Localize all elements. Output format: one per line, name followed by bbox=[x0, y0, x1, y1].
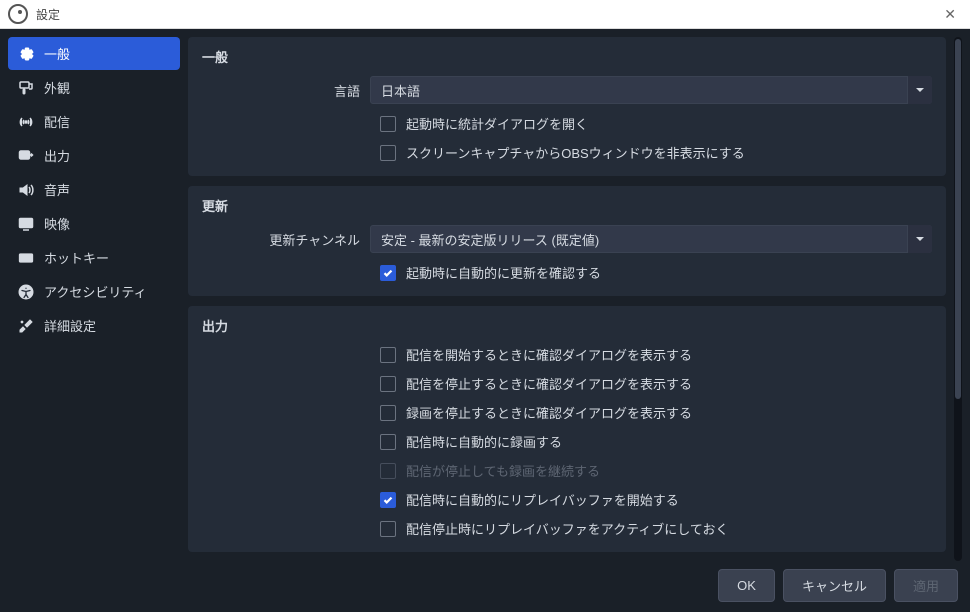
checkbox-checked-icon bbox=[380, 265, 396, 281]
tools-icon bbox=[18, 318, 34, 334]
option-keep-recording-after-stream-stop: 配信が停止しても録画を継続する bbox=[380, 461, 932, 480]
checkbox-icon bbox=[380, 347, 396, 363]
sidebar-item-audio[interactable]: 音声 bbox=[8, 173, 180, 206]
option-label: スクリーンキャプチャからOBSウィンドウを非表示にする bbox=[406, 143, 745, 162]
checkbox-icon bbox=[380, 521, 396, 537]
titlebar: 設定 ✕ bbox=[0, 0, 970, 29]
option-label: 配信時に自動的にリプレイバッファを開始する bbox=[406, 490, 679, 509]
option-confirm-stream-start[interactable]: 配信を開始するときに確認ダイアログを表示する bbox=[380, 345, 932, 364]
section-general: 一般 言語 日本語 起動時に統計ダイアログを開く bbox=[188, 37, 946, 176]
close-icon[interactable]: ✕ bbox=[938, 4, 962, 25]
sidebar-item-label: 映像 bbox=[44, 214, 70, 233]
update-options: 起動時に自動的に更新を確認する bbox=[202, 263, 932, 282]
apply-button[interactable]: 適用 bbox=[894, 569, 958, 602]
sidebar-item-general[interactable]: 一般 bbox=[8, 37, 180, 70]
sidebar-item-video[interactable]: 映像 bbox=[8, 207, 180, 240]
sidebar-item-label: 詳細設定 bbox=[44, 316, 96, 335]
update-channel-value: 安定 - 最新の安定版リリース (既定値) bbox=[381, 230, 599, 249]
sidebar-item-output[interactable]: 出力 bbox=[8, 139, 180, 172]
sidebar-item-label: 出力 bbox=[44, 146, 70, 165]
option-label: 配信時に自動的に録画する bbox=[406, 432, 562, 451]
sidebar-item-advanced[interactable]: 詳細設定 bbox=[8, 309, 180, 342]
section-header-general: 一般 bbox=[202, 47, 932, 66]
chevron-down-icon bbox=[907, 225, 932, 253]
option-check-updates-on-start[interactable]: 起動時に自動的に更新を確認する bbox=[380, 263, 932, 282]
option-auto-record-when-stream[interactable]: 配信時に自動的に録画する bbox=[380, 432, 932, 451]
language-value: 日本語 bbox=[381, 81, 420, 100]
sidebar-item-stream[interactable]: 配信 bbox=[8, 105, 180, 138]
cancel-button[interactable]: キャンセル bbox=[783, 569, 886, 602]
sidebar-item-label: アクセシビリティ bbox=[44, 282, 147, 301]
option-label: 配信停止時にリプレイバッファをアクティブにしておく bbox=[406, 519, 729, 538]
sidebar-item-label: ホットキー bbox=[44, 248, 109, 267]
sidebar-item-label: 一般 bbox=[44, 44, 70, 63]
output-icon bbox=[18, 148, 34, 164]
option-label: 起動時に自動的に更新を確認する bbox=[406, 263, 601, 282]
option-label: 録画を停止するときに確認ダイアログを表示する bbox=[406, 403, 692, 422]
checkbox-icon bbox=[380, 145, 396, 161]
settings-window: 設定 ✕ 一般 外観 bbox=[0, 0, 970, 612]
paint-icon bbox=[18, 80, 34, 96]
language-label: 言語 bbox=[202, 81, 360, 100]
antenna-icon bbox=[18, 114, 34, 130]
section-header-update: 更新 bbox=[202, 196, 932, 215]
monitor-icon bbox=[18, 216, 34, 232]
checkbox-checked-icon bbox=[380, 492, 396, 508]
option-confirm-stream-stop[interactable]: 配信を停止するときに確認ダイアログを表示する bbox=[380, 374, 932, 393]
sidebar-item-label: 音声 bbox=[44, 180, 70, 199]
checkbox-disabled-icon bbox=[380, 463, 396, 479]
option-confirm-record-stop[interactable]: 録画を停止するときに確認ダイアログを表示する bbox=[380, 403, 932, 422]
sidebar-item-label: 外観 bbox=[44, 78, 70, 97]
sidebar-item-hotkeys[interactable]: ホットキー bbox=[8, 241, 180, 274]
ok-button[interactable]: OK bbox=[718, 569, 775, 602]
accessibility-icon bbox=[18, 284, 34, 300]
sidebar: 一般 外観 配信 出力 bbox=[8, 37, 180, 561]
general-options: 起動時に統計ダイアログを開く スクリーンキャプチャからOBSウィンドウを非表示に… bbox=[202, 114, 932, 162]
checkbox-icon bbox=[380, 116, 396, 132]
option-label: 配信が停止しても録画を継続する bbox=[406, 461, 600, 480]
option-label: 配信を開始するときに確認ダイアログを表示する bbox=[406, 345, 692, 364]
output-options: 配信を開始するときに確認ダイアログを表示する 配信を停止するときに確認ダイアログ… bbox=[202, 345, 932, 538]
option-hide-obs-from-capture[interactable]: スクリーンキャプチャからOBSウィンドウを非表示にする bbox=[380, 143, 932, 162]
update-channel-select[interactable]: 安定 - 最新の安定版リリース (既定値) bbox=[370, 225, 932, 253]
chevron-down-icon bbox=[907, 76, 932, 104]
section-output: 出力 配信を開始するときに確認ダイアログを表示する 配信を停止するときに確認ダイ… bbox=[188, 306, 946, 552]
window-title: 設定 bbox=[36, 6, 60, 23]
checkbox-icon bbox=[380, 376, 396, 392]
main-scroll[interactable]: 一般 言語 日本語 起動時に統計ダイアログを開く bbox=[188, 37, 948, 561]
option-label: 配信を停止するときに確認ダイアログを表示する bbox=[406, 374, 692, 393]
sidebar-item-appearance[interactable]: 外観 bbox=[8, 71, 180, 104]
update-channel-label: 更新チャンネル bbox=[202, 230, 360, 249]
section-update: 更新 更新チャンネル 安定 - 最新の安定版リリース (既定値) 起動時 bbox=[188, 186, 946, 296]
option-label: 起動時に統計ダイアログを開く bbox=[406, 114, 588, 133]
app-icon bbox=[8, 4, 28, 24]
option-auto-start-replay-buffer[interactable]: 配信時に自動的にリプレイバッファを開始する bbox=[380, 490, 932, 509]
section-header-output: 出力 bbox=[202, 316, 932, 335]
update-channel-row: 更新チャンネル 安定 - 最新の安定版リリース (既定値) bbox=[202, 225, 932, 253]
sidebar-item-accessibility[interactable]: アクセシビリティ bbox=[8, 275, 180, 308]
window-body: 一般 外観 配信 出力 bbox=[0, 29, 970, 612]
language-select[interactable]: 日本語 bbox=[370, 76, 932, 104]
main-area: 一般 言語 日本語 起動時に統計ダイアログを開く bbox=[188, 37, 962, 561]
gear-icon bbox=[18, 46, 34, 62]
option-open-stats-on-start[interactable]: 起動時に統計ダイアログを開く bbox=[380, 114, 932, 133]
footer: OK キャンセル 適用 bbox=[0, 561, 970, 612]
option-keep-replay-buffer-active[interactable]: 配信停止時にリプレイバッファをアクティブにしておく bbox=[380, 519, 932, 538]
checkbox-icon bbox=[380, 405, 396, 421]
keyboard-icon bbox=[18, 250, 34, 266]
language-row: 言語 日本語 bbox=[202, 76, 932, 104]
content-area: 一般 外観 配信 出力 bbox=[0, 29, 970, 561]
sidebar-item-label: 配信 bbox=[44, 112, 70, 131]
speaker-icon bbox=[18, 182, 34, 198]
checkbox-icon bbox=[380, 434, 396, 450]
scrollbar[interactable] bbox=[954, 37, 962, 561]
